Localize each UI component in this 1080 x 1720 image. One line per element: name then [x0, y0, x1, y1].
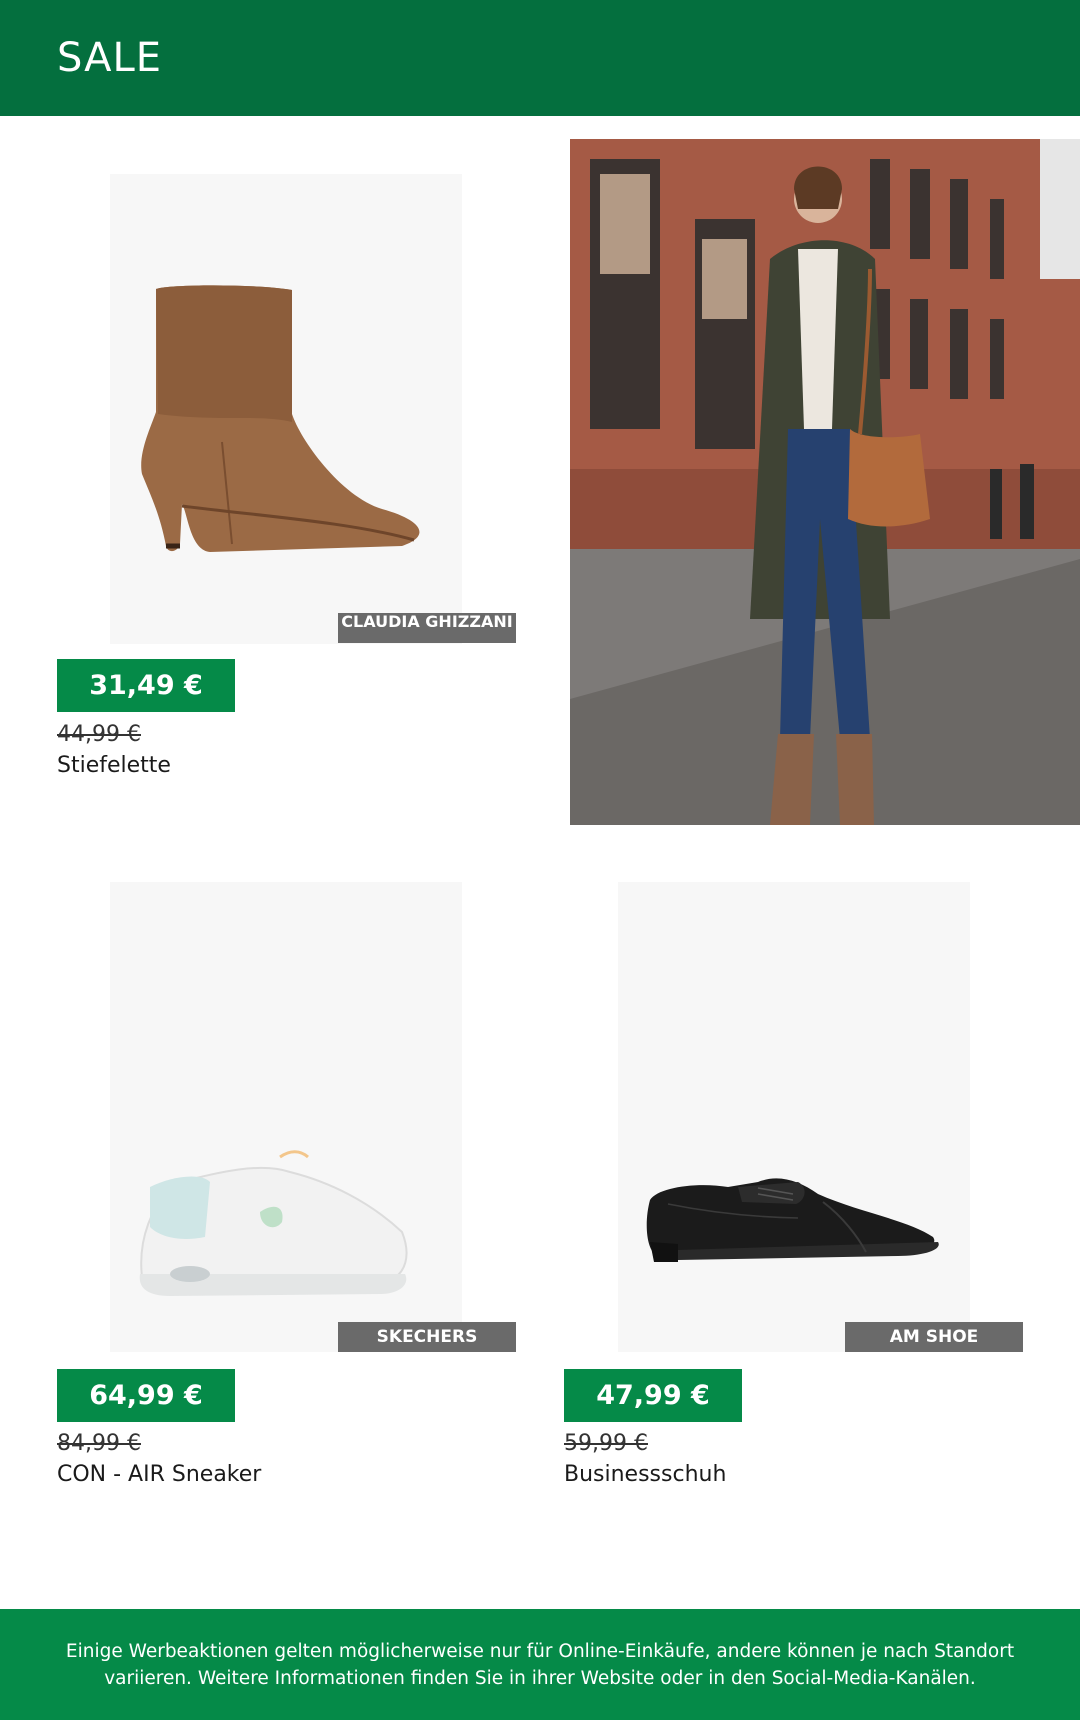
brand-tag: CLAUDIA GHIZZANI: [338, 613, 516, 643]
product-image-sneaker[interactable]: [110, 882, 462, 1352]
product-image-boot[interactable]: [110, 174, 462, 644]
woman-street-photo-icon: [570, 139, 1080, 825]
product-name[interactable]: Stiefelette: [57, 753, 171, 778]
product-image-business-shoe[interactable]: [618, 882, 970, 1352]
lifestyle-photo[interactable]: [570, 139, 1080, 825]
header-bar: SALE: [0, 0, 1080, 116]
sale-price: 31,49 €: [57, 659, 235, 712]
brand-tag: AM SHOE: [845, 1322, 1023, 1352]
brand-tag: SKECHERS: [338, 1322, 516, 1352]
original-price: 44,99 €: [57, 722, 141, 747]
sale-price: 64,99 €: [57, 1369, 235, 1422]
product-name[interactable]: Businessschuh: [564, 1462, 726, 1487]
original-price: 59,99 €: [564, 1431, 648, 1456]
brown-ankle-boot-icon: [141, 285, 420, 552]
white-sneaker-icon: [139, 1150, 408, 1296]
sale-price: 47,99 €: [564, 1369, 742, 1422]
product-name[interactable]: CON - AIR Sneaker: [57, 1462, 261, 1487]
original-price: 84,99 €: [57, 1431, 141, 1456]
footer-banner: Einige Werbeaktionen gelten möglicherwei…: [0, 1609, 1080, 1720]
page-title: SALE: [57, 35, 163, 81]
disclaimer-text: Einige Werbeaktionen gelten möglicherwei…: [65, 1640, 1015, 1689]
black-derby-shoe-icon: [646, 1178, 939, 1262]
